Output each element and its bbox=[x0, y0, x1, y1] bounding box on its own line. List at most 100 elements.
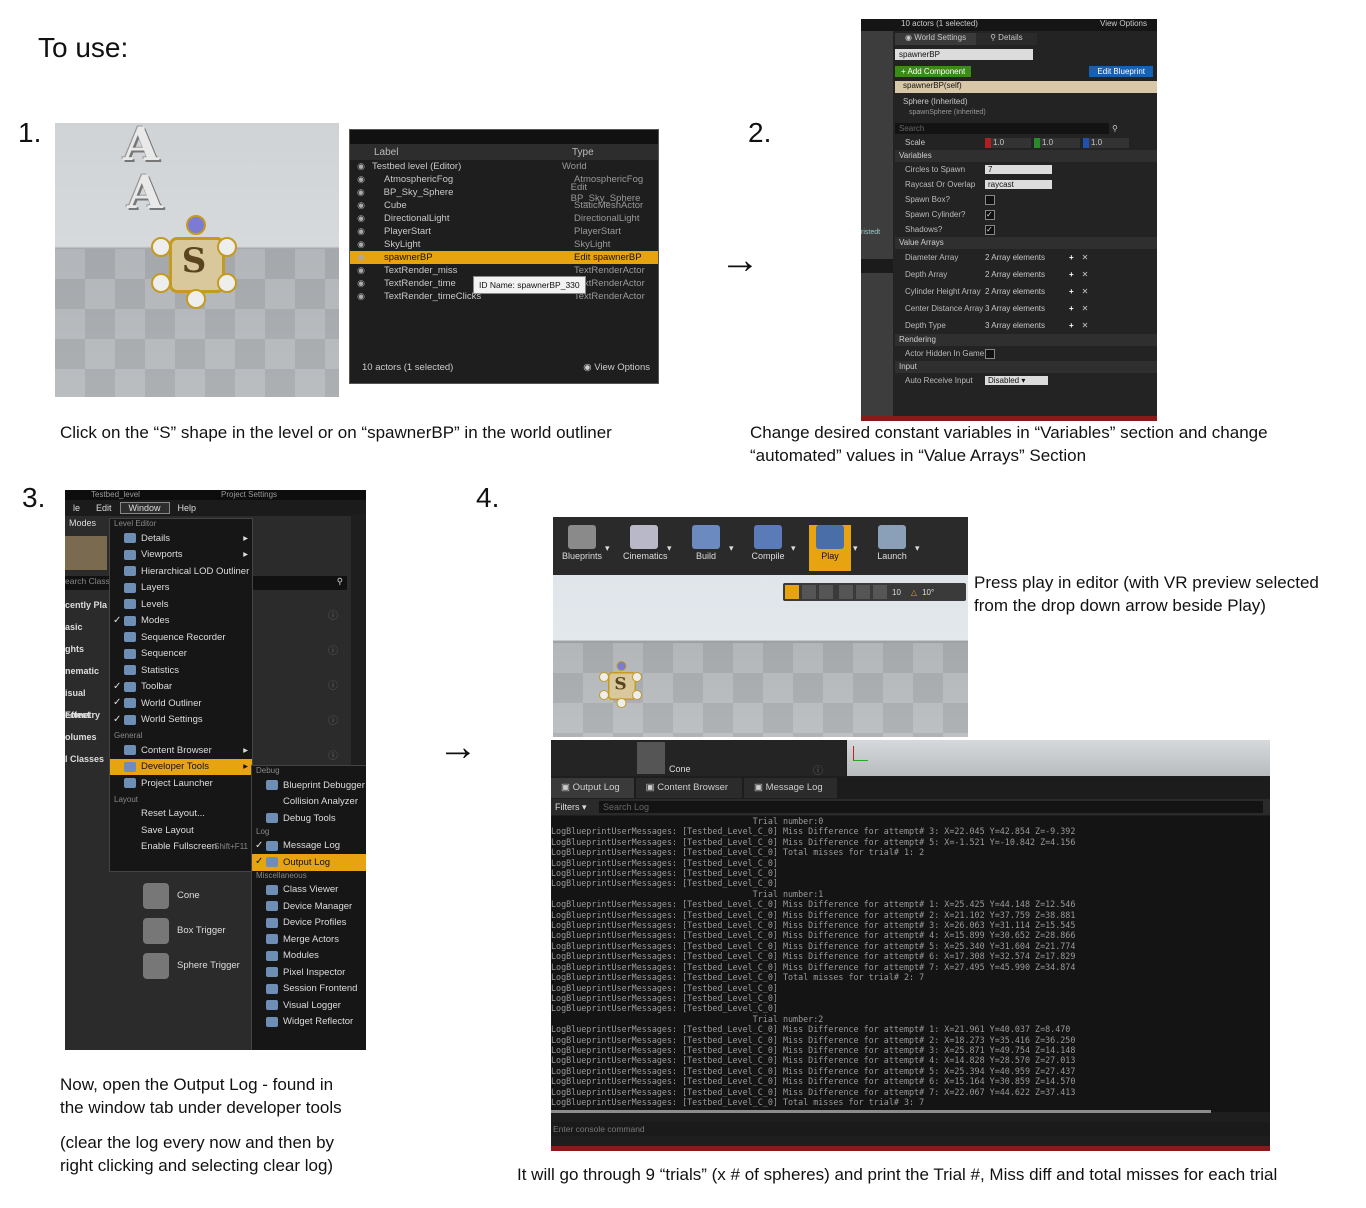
menu-item[interactable]: Levels bbox=[110, 596, 252, 613]
menu-item[interactable]: ✓ World Outliner bbox=[110, 695, 252, 712]
scale-y-input[interactable]: 1.0 bbox=[1040, 137, 1080, 148]
modes-icons[interactable] bbox=[65, 536, 107, 570]
add-element-icon[interactable]: + bbox=[1069, 253, 1074, 262]
outliner-row[interactable]: ◉ Testbed level (Editor) World bbox=[350, 160, 658, 173]
scale-z-input[interactable]: 1.0 bbox=[1089, 137, 1129, 148]
menubar-item[interactable]: Edit bbox=[88, 503, 120, 513]
menu-item[interactable]: Blueprint Debugger bbox=[252, 777, 366, 794]
grid-size-value[interactable]: 10 bbox=[892, 588, 901, 597]
menu-item[interactable]: Reset Layout... bbox=[110, 806, 252, 823]
angle-snap-value[interactable]: 10° bbox=[922, 588, 934, 597]
trash-icon[interactable]: ✕ bbox=[1082, 304, 1089, 313]
hidden-in-game-checkbox[interactable] bbox=[985, 348, 995, 359]
rendering-section-header[interactable]: Rendering bbox=[895, 334, 1157, 346]
outliner-row[interactable]: ◉ BP_Sky_Sphere Edit BP_Sky_Sphere bbox=[350, 182, 658, 204]
chevron-down-icon[interactable]: ▾ bbox=[667, 543, 672, 554]
toolbar-button-blueprints[interactable]: Blueprints bbox=[561, 525, 603, 571]
value-arrays-section-header[interactable]: Value Arrays bbox=[895, 237, 1157, 249]
place-category[interactable]: ghts bbox=[65, 638, 111, 660]
tab-output-log[interactable]: ▣ Output Log bbox=[551, 778, 634, 798]
trash-icon[interactable]: ✕ bbox=[1082, 270, 1089, 279]
chevron-down-icon[interactable]: ▾ bbox=[729, 543, 734, 554]
variable-checkbox[interactable] bbox=[985, 194, 995, 205]
place-category[interactable]: asic bbox=[65, 616, 111, 638]
place-category[interactable]: nematic bbox=[65, 660, 111, 682]
menubar-item[interactable]: Window bbox=[119, 502, 170, 514]
cone-thumbnail[interactable] bbox=[637, 742, 665, 774]
eye-icon[interactable]: ◉ bbox=[350, 187, 372, 198]
eye-icon[interactable]: ◉ bbox=[350, 239, 372, 250]
level-viewport[interactable]: A A S bbox=[55, 123, 339, 397]
component-self-row[interactable]: spawnerBP(self) bbox=[895, 81, 1157, 93]
move-icon[interactable] bbox=[785, 585, 799, 599]
menu-item[interactable]: Visual Logger bbox=[252, 997, 366, 1014]
chevron-down-icon[interactable]: ▾ bbox=[853, 543, 858, 554]
view-options-button[interactable]: View Options bbox=[1100, 19, 1157, 31]
place-category[interactable]: isual Effect bbox=[65, 682, 111, 720]
eye-icon[interactable]: ◉ bbox=[350, 291, 372, 302]
scale-icon[interactable] bbox=[819, 585, 833, 599]
outliner-row[interactable]: ◉ SkyLight SkyLight bbox=[350, 238, 658, 251]
toolbar-button-cinematics[interactable]: Cinematics bbox=[623, 525, 668, 571]
place-shape-item[interactable]: Box Trigger bbox=[143, 913, 263, 948]
place-category[interactable]: l Classes bbox=[65, 748, 111, 770]
outliner-row[interactable]: ◉ spawnerBP Edit spawnerBP bbox=[350, 251, 658, 264]
tab-world-settings[interactable]: ◉ World Settings bbox=[895, 33, 977, 45]
play-viewport[interactable]: 10 △ 10° S bbox=[553, 575, 968, 737]
eye-icon[interactable]: ◉ bbox=[350, 265, 372, 276]
menu-item[interactable]: Class Viewer bbox=[252, 882, 366, 899]
menu-item[interactable]: Session Frontend bbox=[252, 981, 366, 998]
toolbar-button-compile[interactable]: Compile bbox=[747, 525, 789, 571]
menu-item[interactable]: ✓ World Settings bbox=[110, 712, 252, 729]
variable-value-field[interactable]: 7 bbox=[985, 165, 1052, 174]
chevron-down-icon[interactable]: ▾ bbox=[605, 543, 610, 554]
component-sphere-row[interactable]: Sphere (Inherited) bbox=[895, 97, 1157, 109]
menu-item[interactable]: Viewports ▸ bbox=[110, 547, 252, 564]
menu-item[interactable]: Layers bbox=[110, 580, 252, 597]
eye-icon[interactable]: ◉ bbox=[350, 278, 372, 289]
filters-button[interactable]: Filters ▾ bbox=[551, 802, 599, 813]
menu-item[interactable]: ✓ Message Log bbox=[252, 838, 366, 855]
outliner-row[interactable]: ◉ DirectionalLight DirectionalLight bbox=[350, 212, 658, 225]
project-settings-tab[interactable]: Project Settings bbox=[221, 490, 277, 500]
eye-icon[interactable]: ◉ bbox=[350, 213, 372, 224]
eye-icon[interactable]: ◉ bbox=[350, 161, 372, 172]
rotate-icon[interactable] bbox=[802, 585, 816, 599]
menu-item[interactable]: Sequence Recorder bbox=[110, 629, 252, 646]
snap-icon[interactable] bbox=[856, 585, 870, 599]
details-search-input[interactable]: Search bbox=[895, 123, 1109, 134]
value-array-row[interactable]: Cylinder Height Array 2 Array elements + ✕ bbox=[895, 283, 1157, 300]
side-search[interactable] bbox=[861, 259, 893, 273]
menu-item[interactable]: Modules bbox=[252, 948, 366, 965]
menu-item[interactable]: Sequencer bbox=[110, 646, 252, 663]
eye-icon[interactable]: ◉ bbox=[350, 174, 372, 185]
spawner-s-shape[interactable]: S bbox=[599, 661, 642, 708]
world-icon[interactable] bbox=[839, 585, 853, 599]
menu-item[interactable]: Details ▸ bbox=[110, 530, 252, 547]
value-array-row[interactable]: Depth Type 3 Array elements + ✕ bbox=[895, 317, 1157, 334]
menu-item[interactable]: Widget Reflector bbox=[252, 1014, 366, 1031]
mini-viewport[interactable] bbox=[847, 740, 1270, 776]
log-scrollbar[interactable] bbox=[551, 1110, 1211, 1113]
menu-item[interactable]: Save Layout bbox=[110, 822, 252, 839]
view-options-button[interactable]: ◉ View Options bbox=[583, 362, 650, 373]
grid-icon[interactable] bbox=[873, 585, 887, 599]
chevron-down-icon[interactable]: ▾ bbox=[915, 543, 920, 554]
console-command-input[interactable]: Enter console command bbox=[551, 1122, 1270, 1136]
eye-icon[interactable]: ◉ bbox=[350, 226, 372, 237]
chevron-down-icon[interactable]: ▾ bbox=[791, 543, 796, 554]
trash-icon[interactable]: ✕ bbox=[1082, 287, 1089, 296]
eye-icon[interactable]: ◉ bbox=[350, 252, 372, 263]
column-type[interactable]: Type bbox=[572, 147, 594, 158]
component-sub-row[interactable]: spawnSphere (Inherited) bbox=[895, 109, 1157, 118]
trash-icon[interactable]: ✕ bbox=[1082, 321, 1089, 330]
menu-item[interactable]: Device Manager bbox=[252, 898, 366, 915]
menu-item[interactable]: ✓ Output Log bbox=[252, 854, 366, 871]
menu-item[interactable]: Hierarchical LOD Outliner bbox=[110, 563, 252, 580]
add-element-icon[interactable]: + bbox=[1069, 321, 1074, 330]
menu-item[interactable]: ✓ Toolbar bbox=[110, 679, 252, 696]
value-array-row[interactable]: Depth Array 2 Array elements + ✕ bbox=[895, 266, 1157, 283]
outliner-row[interactable]: ◉ Cube StaticMeshActor bbox=[350, 199, 658, 212]
outliner-search-strip[interactable] bbox=[350, 130, 658, 144]
edit-blueprint-button[interactable]: Edit Blueprint bbox=[1089, 65, 1153, 77]
